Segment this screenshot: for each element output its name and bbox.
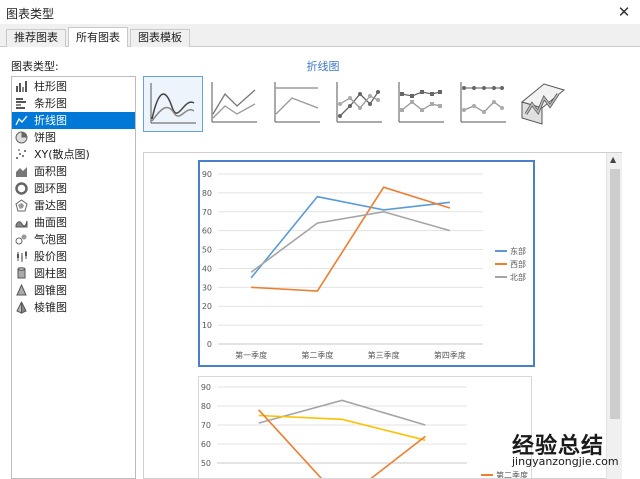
sidebar-item-label: 圆锥图 <box>34 284 67 297</box>
sidebar-item-label: 气泡图 <box>34 233 67 246</box>
sidebar-item-surface[interactable]: 曲面图 <box>12 214 135 231</box>
sidebar-item-cylinder[interactable]: 圆柱图 <box>12 265 135 282</box>
sidebar-item-label: 圆柱图 <box>34 267 67 280</box>
sidebar-item-column[interactable]: 柱形图 <box>12 78 135 95</box>
sidebar-item-pyramid[interactable]: 棱锥图 <box>12 299 135 316</box>
x-tick-label: 第四季度 <box>434 350 466 360</box>
tab-chart-templates[interactable]: 图表模板 <box>130 29 190 47</box>
legend-label: 东部 <box>510 246 526 256</box>
sidebar-item-label: 股价图 <box>34 250 67 263</box>
sidebar-item-stock[interactable]: 股价图 <box>12 248 135 265</box>
sidebar-item-label: 圆环图 <box>34 182 67 195</box>
y-tick-label: 70 <box>202 208 212 217</box>
y-tick-label: 50 <box>202 246 212 255</box>
y-tick-label: 60 <box>201 440 211 449</box>
sidebar-item-label: 雷达图 <box>34 199 67 212</box>
sidebar-item-line[interactable]: 折线图 <box>12 112 135 129</box>
sidebar-item-radar[interactable]: 雷达图 <box>12 197 135 214</box>
sidebar-item-label: 曲面图 <box>34 216 67 229</box>
sidebar-item-label: 折线图 <box>34 114 67 127</box>
watermark: 经验总结 jingyanzongjie.com <box>512 428 636 476</box>
subtype-percent-stacked-line-with-markers[interactable] <box>454 76 514 132</box>
y-tick-label: 50 <box>201 459 211 468</box>
sidebar-item-label: 柱形图 <box>34 80 67 93</box>
sidebar-item-area[interactable]: 面积图 <box>12 163 135 180</box>
cylinder-chart-icon <box>17 267 26 279</box>
subtype-line[interactable] <box>143 76 203 132</box>
tab-all-charts[interactable]: 所有图表 <box>68 27 128 48</box>
bar-chart-icon <box>16 98 26 109</box>
chart-type-list[interactable]: 柱形图 条形图 折线图 饼图 XY(散点图) 面积图 圆环图 雷达图 曲面图 气… <box>11 76 136 479</box>
line-chart-icon <box>150 83 196 124</box>
y-tick-label: 90 <box>202 170 212 179</box>
radar-chart-icon <box>15 199 28 212</box>
column-chart-icon <box>16 81 27 92</box>
y-tick-label: 70 <box>201 421 211 430</box>
sidebar-item-label: 饼图 <box>34 131 56 144</box>
y-tick-label: 80 <box>201 402 211 411</box>
y-tick-label: 40 <box>202 264 212 273</box>
y-tick-label: 10 <box>202 321 212 330</box>
line-chart: 5060708090第二季度 <box>201 383 528 478</box>
percent-stacked-line-icon <box>274 82 320 123</box>
x-tick-label: 第一季度 <box>235 350 267 360</box>
sidebar-item-cone[interactable]: 圆锥图 <box>12 282 135 299</box>
sidebar-item-bar[interactable]: 条形图 <box>12 95 135 112</box>
sidebar-item-label: XY(散点图) <box>34 148 90 161</box>
y-tick-label: 30 <box>202 283 212 292</box>
percent-stacked-line-with-markers-icon <box>460 82 506 123</box>
watermark-url: jingyanzongjie.com <box>512 455 619 468</box>
tab-bar: 推荐图表 所有图表 图表模板 <box>0 24 640 48</box>
sidebar-item-pie[interactable]: 饼图 <box>12 129 135 146</box>
stock-chart-icon <box>17 251 27 262</box>
pyramid-chart-icon <box>16 301 27 314</box>
stacked-line-with-markers-icon <box>398 82 444 123</box>
series-line <box>258 399 426 426</box>
preview-chart-1[interactable]: 0 10 20 30 40 50 60 70 80 90 第一季度 第二季度 第三季度 第四季度 东部西部北… <box>198 160 535 367</box>
line-with-markers-icon <box>336 82 382 123</box>
sidebar-item-bubble[interactable]: 气泡图 <box>12 231 135 248</box>
sidebar-item-label: 面积图 <box>34 165 67 178</box>
subtype-line-with-markers[interactable] <box>330 76 390 132</box>
tab-recommended-charts[interactable]: 推荐图表 <box>6 29 66 47</box>
line-chart: 0 10 20 30 40 50 60 70 80 90 第一季度 第二季度 第三季度 第四季度 东部西部北… <box>202 170 526 360</box>
y-tick-label: 20 <box>202 302 212 311</box>
surface-chart-icon <box>15 220 28 228</box>
scroll-up-icon[interactable]: ▲ <box>610 155 616 164</box>
preview-chart-2[interactable]: 50 60 70 80 90 第二季度 <box>198 376 532 479</box>
title-bar: 图表类型 ✕ <box>0 0 640 24</box>
y-tick-label: 0 <box>207 340 212 349</box>
y-tick-label: 90 <box>201 383 211 392</box>
y-tick-label: 60 <box>202 227 212 236</box>
sidebar-item-doughnut[interactable]: 圆环图 <box>12 180 135 197</box>
scatter-chart-icon <box>16 149 26 159</box>
doughnut-chart-icon <box>15 182 28 195</box>
subtype-title: 折线图 <box>306 60 340 73</box>
pie-chart-icon <box>15 131 28 144</box>
area-chart-icon <box>16 167 27 177</box>
subtype-3d-line[interactable] <box>514 76 574 132</box>
window-title: 图表类型 <box>6 7 55 21</box>
legend-label: 西部 <box>510 259 526 269</box>
close-icon[interactable]: ✕ <box>614 2 634 22</box>
sidebar-item-label: 条形图 <box>34 97 67 110</box>
sidebar-item-label: 棱锥图 <box>34 301 67 314</box>
scroll-thumb[interactable] <box>610 169 620 419</box>
stacked-line-icon <box>211 82 257 123</box>
3d-line-icon <box>520 83 566 125</box>
x-tick-label: 第三季度 <box>368 350 400 360</box>
x-tick-label: 第二季度 <box>301 350 333 360</box>
cone-chart-icon <box>16 284 27 296</box>
subtype-stacked-line[interactable] <box>205 76 265 132</box>
chart-type-heading: 图表类型: <box>11 60 59 73</box>
legend-label: 北部 <box>510 272 526 282</box>
line-chart-icon <box>15 115 28 126</box>
subtype-stacked-line-with-markers[interactable] <box>392 76 452 132</box>
series-line <box>250 195 450 279</box>
y-tick-label: 80 <box>202 189 212 198</box>
sidebar-item-scatter[interactable]: XY(散点图) <box>12 146 135 163</box>
bubble-chart-icon <box>15 234 27 245</box>
subtype-percent-stacked-line[interactable] <box>268 76 328 132</box>
